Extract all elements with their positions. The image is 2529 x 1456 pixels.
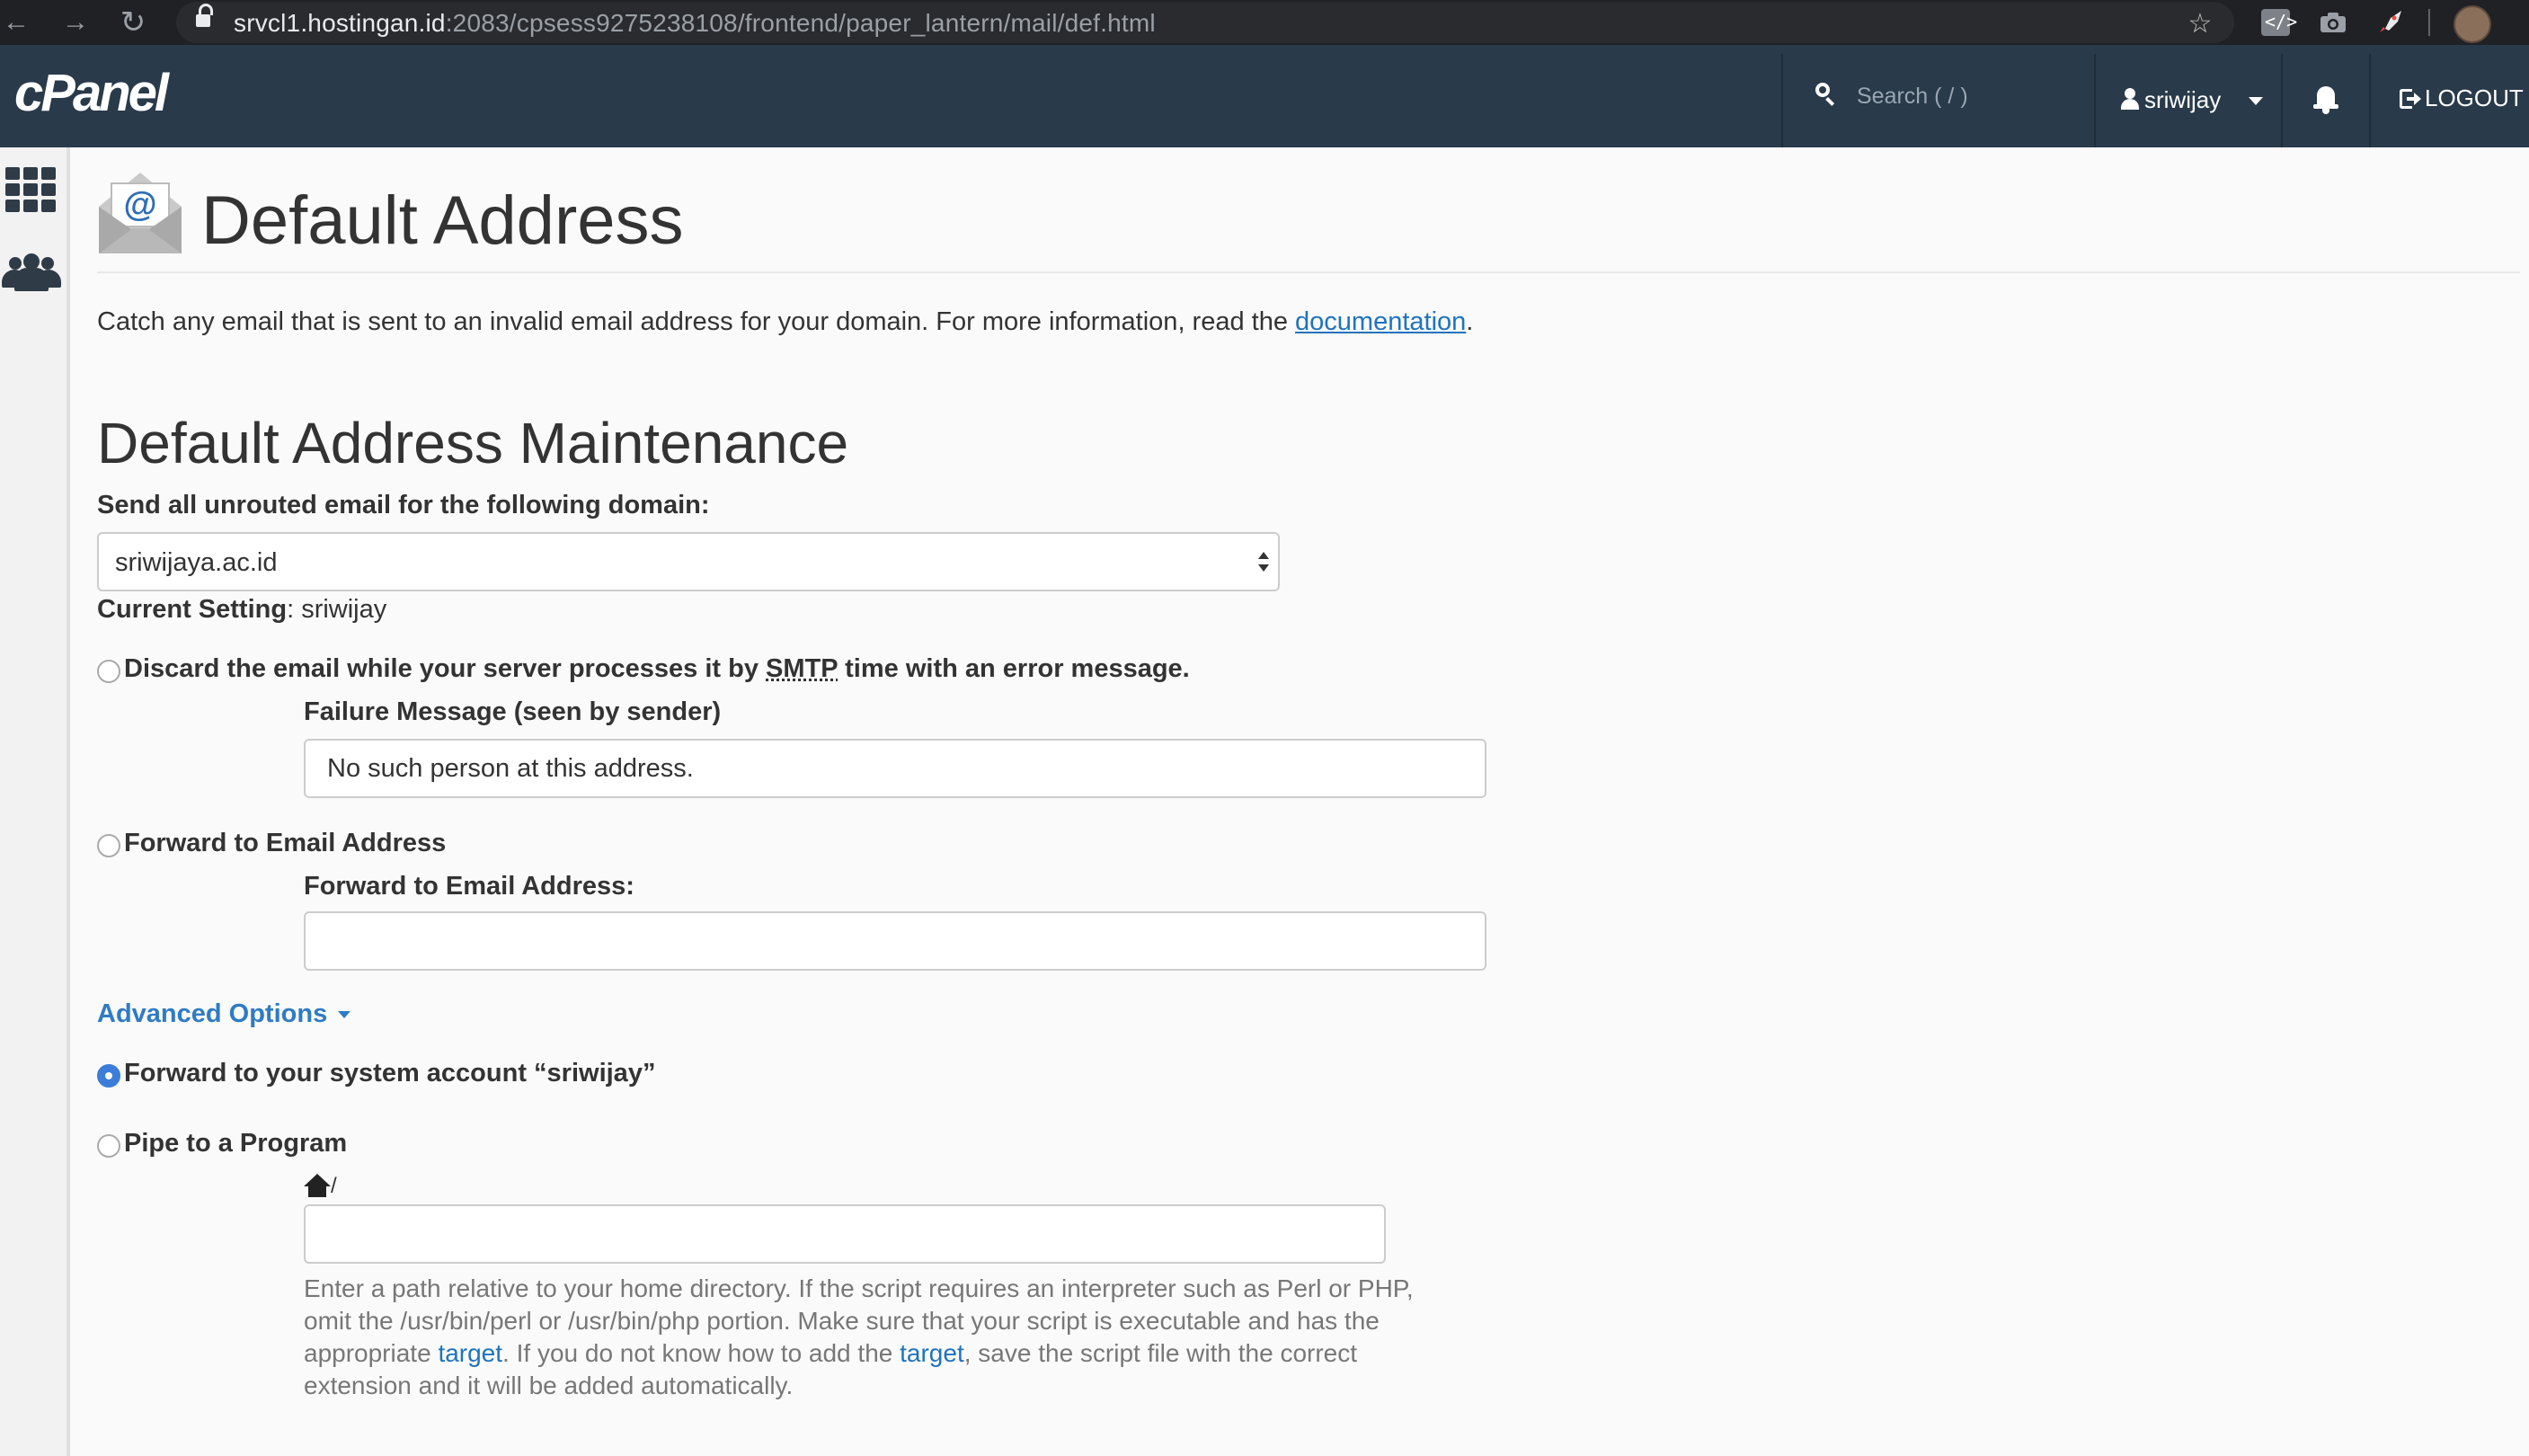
rocket-icon[interactable] [2376,9,2405,36]
description-text: Catch any email that is sent to an inval… [97,307,1296,336]
home-icon: / [304,1174,340,1201]
cpanel-logo[interactable]: cPanel [14,63,169,123]
pipe-program-radio[interactable] [97,1134,120,1158]
pipe-help-text: Enter a path relative to your home direc… [304,1273,1436,1402]
user-menu[interactable]: sriwijay [2098,45,2281,147]
email-at-icon: @ [97,171,183,255]
discard-label-pre: Discard the email while your server proc… [124,654,767,683]
smtp-abbr: SMTP [766,654,839,683]
system-account-label[interactable]: Forward to your system account “sriwijay… [124,1059,655,1088]
advanced-options-label: Advanced Options [97,999,328,1028]
url-path: :2083/cpsess9275238108/frontend/paper_la… [445,9,1156,37]
cpanel-header: cPanel sriwijay LOGOUT [0,45,2529,147]
apps-grid-icon[interactable] [5,167,56,212]
forward-email-radio[interactable] [97,834,120,857]
chevron-down-icon [338,1011,351,1018]
domain-select[interactable]: sriwijaya.ac.id [97,532,1280,591]
target-link[interactable]: target [438,1339,502,1367]
current-setting: Current Setting: sriwijay [97,595,386,625]
discard-label[interactable]: Discard the email while your server proc… [124,654,1190,684]
svg-text:@: @ [123,186,156,224]
failure-message-input[interactable] [304,739,1486,798]
logout-label: LOGOUT [2425,84,2524,111]
page-description: Catch any email that is sent to an inval… [97,307,1473,337]
pipe-program-label[interactable]: Pipe to a Program [124,1129,347,1159]
domain-selected-value: sriwijaya.ac.id [115,548,278,577]
forward-email-input[interactable] [304,911,1486,971]
logout-button[interactable]: LOGOUT [2400,84,2524,112]
description-end: . [1466,307,1474,336]
star-icon[interactable]: ☆ [2182,9,2218,40]
toolbar-divider [2428,9,2430,36]
select-arrows-icon [1258,550,1269,577]
forward-email-label[interactable]: Forward to Email Address [124,829,446,858]
pipe-prefix: / [331,1174,337,1198]
logout-icon [2400,89,2421,109]
pipe-program-input[interactable] [304,1204,1386,1264]
back-icon[interactable]: ← [0,6,32,39]
user-icon [2121,88,2139,110]
current-setting-separator: : [287,595,295,624]
sidebar [0,147,70,1456]
forward-icon[interactable]: → [59,6,92,39]
documentation-link[interactable]: documentation [1295,307,1466,336]
domain-label: Send all unrouted email for the followin… [97,491,710,519]
header-divider [2369,54,2371,147]
page-title: Default Address [201,182,684,259]
discard-label-post: time with an error message. [838,654,1190,683]
bell-icon[interactable] [2313,84,2338,114]
main-content: @ Default Address Catch any email that i… [97,147,2520,1456]
discard-radio[interactable] [97,660,120,683]
lock-icon[interactable] [196,4,213,27]
reload-icon[interactable]: ↻ [117,6,149,39]
divider [97,271,2520,273]
target-link[interactable]: target [900,1339,964,1367]
help-text-part: . If you do not know how to add the [502,1339,901,1367]
search-input[interactable] [1855,74,2083,119]
users-icon[interactable] [2,253,61,293]
chevron-down-icon [2249,97,2263,105]
failure-message-label: Failure Message (seen by sender) [304,697,722,726]
extension-code-icon[interactable]: </> [2261,9,2297,36]
search-icon [1815,83,1835,106]
forward-email-field-label: Forward to Email Address: [304,872,634,901]
url-text[interactable]: srvcl1.hostingan.id:2083/cpsess927523810… [234,9,1156,38]
username: sriwijay [2144,86,2222,113]
profile-avatar-icon[interactable] [2454,5,2491,43]
current-setting-label: Current Setting [97,595,288,624]
advanced-options-toggle[interactable]: Advanced Options [97,999,351,1029]
section-title: Default Address Maintenance [97,411,849,475]
url-host: srvcl1.hostingan.id [234,9,446,37]
browser-toolbar: ← → ↻ srvcl1.hostingan.id:2083/cpsess927… [0,0,2529,45]
header-divider [2281,54,2283,147]
address-bar[interactable]: srvcl1.hostingan.id:2083/cpsess927523810… [176,2,2234,43]
system-account-radio[interactable] [97,1064,120,1088]
search-area[interactable] [1783,45,2094,147]
camera-icon[interactable] [2319,9,2347,36]
current-setting-value: sriwijay [301,595,387,624]
header-divider [2094,54,2096,147]
